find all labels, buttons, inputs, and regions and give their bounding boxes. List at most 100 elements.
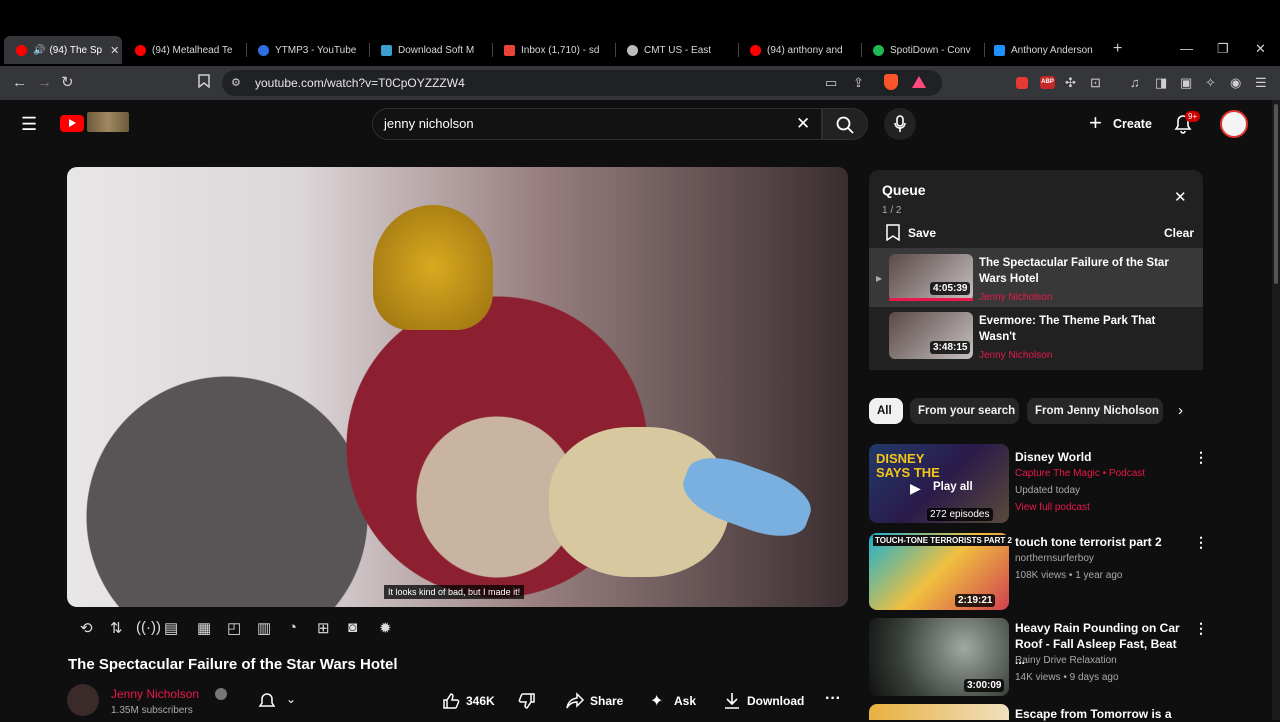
brave-shield-icon[interactable]	[884, 74, 898, 90]
save-label[interactable]: Save	[908, 226, 936, 240]
frame-icon[interactable]: ▥	[257, 619, 271, 637]
p-favicon-icon	[994, 44, 1005, 56]
avatar[interactable]	[1220, 110, 1248, 138]
recommendation-title[interactable]: touch tone terrorist part 2	[1015, 534, 1180, 550]
adblock-icon[interactable]: ABP	[1040, 76, 1055, 89]
share-page-icon[interactable]: ⇪	[853, 75, 864, 91]
queue-panel: Queue 1 / 2 ✕ Save Clear ▶ 4:05:39 The S…	[869, 170, 1203, 370]
site-info-icon[interactable]: ⚙	[231, 76, 241, 89]
cinema-icon[interactable]: ▦	[197, 619, 211, 637]
sidebar-icon[interactable]: ◨	[1155, 75, 1167, 91]
restore-icon[interactable]: ❐	[1217, 41, 1229, 57]
podcast-channel[interactable]: Capture The Magic • Podcast	[1015, 468, 1145, 479]
new-tab-button[interactable]: +	[1113, 40, 1122, 58]
scrollbar-thumb[interactable]	[1274, 104, 1278, 284]
create-button[interactable]: + Create	[1080, 108, 1160, 140]
download-label[interactable]: Download	[747, 694, 804, 708]
chevron-right-icon[interactable]: ›	[1178, 402, 1183, 419]
channel-name[interactable]: Jenny Nicholson	[111, 687, 199, 701]
minimize-icon[interactable]: —	[1180, 41, 1193, 56]
clear-queue-button[interactable]: Clear	[1164, 226, 1194, 240]
add-playlist-icon[interactable]: ⊞	[317, 619, 330, 637]
pip-icon[interactable]: ◰	[227, 619, 241, 637]
dislike-button[interactable]	[518, 692, 536, 715]
browser-tab[interactable]: SpotiDown - Conv	[873, 38, 978, 62]
play-all-label[interactable]: Play all	[933, 481, 973, 493]
share-label[interactable]: Share	[590, 694, 623, 708]
queue-position: 1 / 2	[882, 205, 902, 216]
watch-progress-bar	[889, 298, 973, 301]
screenshot-camera-icon[interactable]: ◙	[348, 619, 357, 636]
search-input[interactable]: jenny nicholson	[384, 116, 474, 131]
recommendation-channel[interactable]: northernsurferboy	[1015, 553, 1094, 564]
stats-eye-icon[interactable]: ▤	[164, 619, 178, 637]
leo-ai-icon[interactable]: ✧	[1205, 75, 1216, 91]
close-queue-icon[interactable]: ✕	[1174, 188, 1187, 206]
audio-icon[interactable]: ((·))	[136, 619, 161, 636]
video-player[interactable]	[67, 167, 848, 607]
browser-tab[interactable]: (94) Metalhead Te	[135, 38, 240, 62]
hamburger-menu-icon[interactable]: ☰	[21, 114, 37, 135]
puzzle-extensions-icon[interactable]: ✣	[1065, 75, 1076, 91]
url-text[interactable]: youtube.com/watch?v=T0CpOYZZZW4	[255, 76, 465, 90]
view-full-podcast-link[interactable]: View full podcast	[1015, 502, 1090, 513]
browser-tab[interactable]: Inbox (1,710) - sd	[504, 38, 609, 62]
youtube-favicon-icon	[750, 44, 761, 56]
close-window-icon[interactable]: ✕	[1255, 41, 1266, 57]
save-queue-button[interactable]	[886, 224, 900, 246]
clear-search-icon[interactable]: ✕	[796, 114, 810, 134]
speed-gauge-icon[interactable]: ◔	[288, 619, 297, 636]
download-box-icon[interactable]: ⊡	[1090, 75, 1101, 91]
youtube-logo[interactable]	[60, 115, 84, 132]
duration-badge: 3:48:15	[930, 341, 971, 354]
queue-title: Queue	[882, 182, 926, 198]
music-favicon-icon	[873, 44, 884, 56]
queue-item-title: The Spectacular Failure of the Star Wars…	[979, 257, 1169, 285]
more-actions-icon[interactable]: ···	[825, 690, 841, 708]
more-options-icon[interactable]: ⋮	[1194, 620, 1208, 637]
vpn-icon[interactable]: ◉	[1230, 75, 1241, 91]
video-thumbnail[interactable]	[869, 704, 1009, 720]
sort-arrows-icon[interactable]: ⇅	[110, 619, 123, 637]
wallet-icon[interactable]: ▣	[1180, 75, 1192, 91]
close-tab-icon[interactable]: ✕	[110, 44, 119, 57]
channel-avatar[interactable]	[67, 684, 99, 716]
more-options-icon[interactable]: ⋮	[1194, 449, 1208, 466]
youtube-doodle-logo[interactable]	[87, 112, 129, 132]
browser-tab[interactable]: Download Soft M	[381, 38, 486, 62]
bookmark-icon[interactable]	[198, 74, 210, 91]
browser-tab[interactable]: CMT US - East	[627, 38, 732, 62]
browser-tab[interactable]: (94) anthony and	[750, 38, 855, 62]
voice-search-button[interactable]	[884, 108, 916, 140]
recommendation-title[interactable]: Disney World	[1015, 449, 1180, 465]
chip-from-your-search[interactable]: From your search	[910, 398, 1019, 424]
brave-rewards-icon[interactable]	[912, 76, 926, 88]
chip-all[interactable]: All	[869, 398, 903, 424]
chevron-down-icon[interactable]: ⌄	[286, 692, 296, 706]
reload-icon[interactable]: ↻	[61, 73, 74, 91]
search-button[interactable]	[822, 108, 868, 140]
browser-tab[interactable]: Anthony Anderson	[994, 38, 1099, 62]
chip-from-jenny-nicholson[interactable]: From Jenny Nicholson	[1027, 398, 1163, 424]
like-button[interactable]	[442, 692, 460, 715]
ask-label[interactable]: Ask	[674, 694, 696, 708]
cast-icon[interactable]: ▭	[825, 75, 837, 91]
subscribed-bell-icon[interactable]	[258, 692, 276, 715]
share-button[interactable]	[565, 692, 585, 715]
music-note-icon[interactable]: ♫	[1130, 75, 1140, 90]
download-arrow-icon	[725, 693, 739, 709]
loop-icon[interactable]: ⟲	[80, 619, 93, 637]
microphone-icon	[894, 115, 906, 132]
back-icon[interactable]: ←	[12, 74, 27, 91]
recommendation-channel[interactable]: Rainy Drive Relaxation	[1015, 655, 1117, 666]
sparkle-ask-icon[interactable]: ✦	[650, 691, 663, 711]
tab-label: Download Soft M	[398, 44, 475, 56]
browser-tab[interactable]: YTMP3 - YouTube	[258, 38, 363, 62]
forward-icon[interactable]: →	[37, 74, 52, 91]
browser-menu-icon[interactable]: ☰	[1255, 75, 1267, 91]
more-options-icon[interactable]: ⋮	[1194, 534, 1208, 551]
extension-red-icon[interactable]	[1016, 77, 1028, 89]
download-button[interactable]	[724, 692, 740, 715]
settings-gear-icon[interactable]: ✹	[379, 619, 392, 637]
browser-tab-active[interactable]: 🔊 (94) The Sp ✕	[4, 36, 122, 64]
